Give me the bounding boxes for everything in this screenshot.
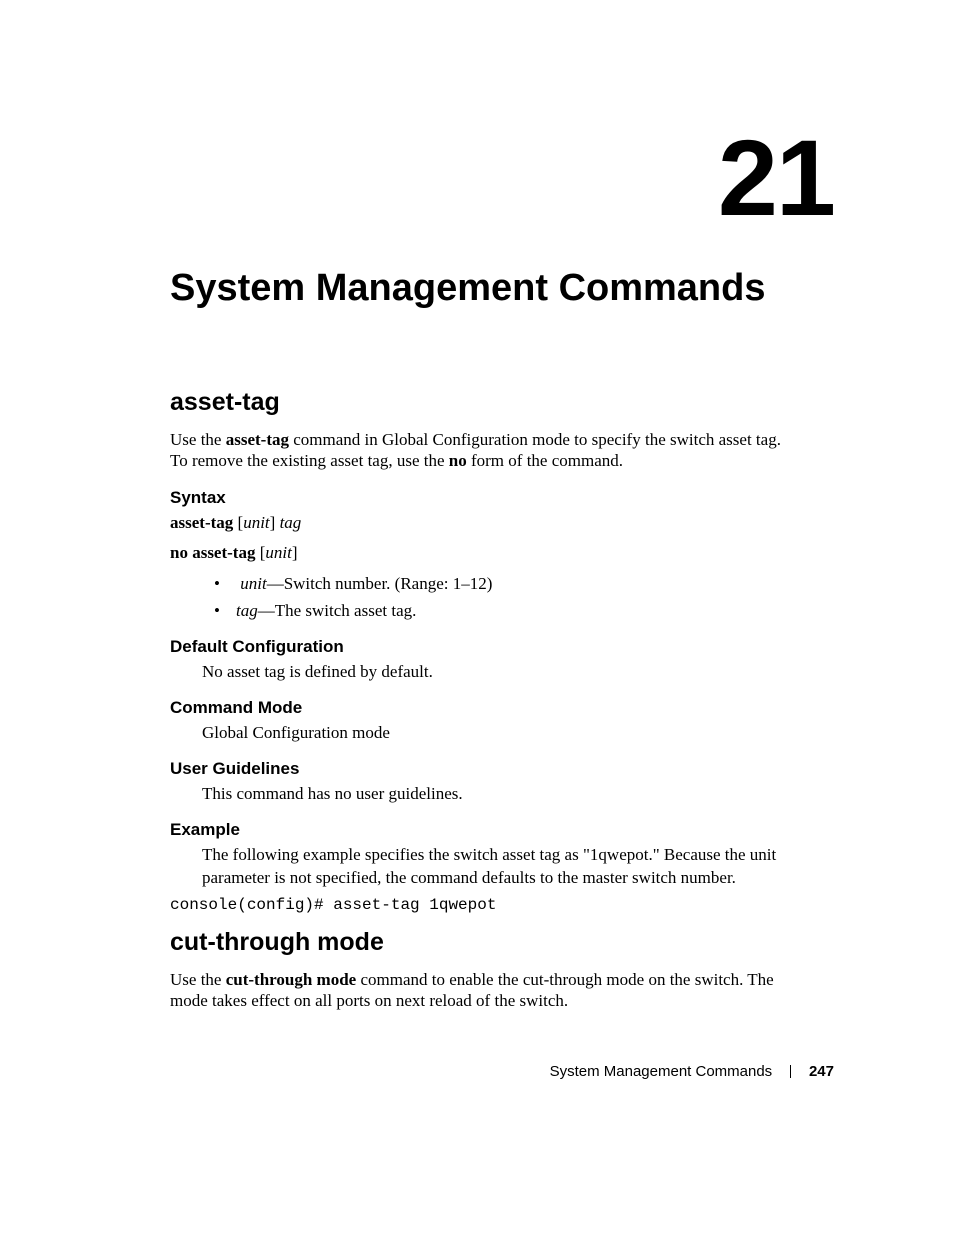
example-heading: Example xyxy=(170,820,790,840)
syntax-keyword: no asset-tag xyxy=(170,543,255,562)
syntax-bracket: [ xyxy=(233,513,243,532)
syntax-heading: Syntax xyxy=(170,488,790,508)
syntax-bracket: ] xyxy=(292,543,298,562)
syntax-parameter-list: unit—Switch number. (Range: 1–12) tag—Th… xyxy=(170,573,790,623)
page: 21 System Management Commands asset-tag … xyxy=(0,0,954,1235)
default-config-text: No asset tag is defined by default. xyxy=(202,661,790,684)
chapter-number: 21 xyxy=(718,124,834,232)
syntax-param: unit xyxy=(265,543,291,562)
intro-paragraph-asset-tag: Use the asset-tag command in Global Conf… xyxy=(170,429,790,472)
intro-bold-2: no xyxy=(449,451,467,470)
syntax-line-2: no asset-tag [unit] xyxy=(170,542,790,565)
section-heading-cut-through: cut-through mode xyxy=(170,928,790,957)
footer-section-name: System Management Commands xyxy=(550,1063,773,1080)
footer-page-number: 247 xyxy=(809,1063,834,1080)
intro-paragraph-cut-through: Use the cut-through mode command to enab… xyxy=(170,969,790,1012)
syntax-param: unit xyxy=(243,513,269,532)
content-area: asset-tag Use the asset-tag command in G… xyxy=(170,388,790,1027)
page-footer: System Management Commands 247 xyxy=(550,1063,834,1080)
intro-text: Use the xyxy=(170,970,226,989)
param-desc: —Switch number. (Range: 1–12) xyxy=(267,574,493,593)
param-desc: —The switch asset tag. xyxy=(258,601,417,620)
syntax-keyword: asset-tag xyxy=(170,513,233,532)
syntax-bracket: [ xyxy=(255,543,265,562)
user-guidelines-heading: User Guidelines xyxy=(170,759,790,779)
command-mode-heading: Command Mode xyxy=(170,698,790,718)
footer-separator xyxy=(790,1065,791,1078)
default-config-heading: Default Configuration xyxy=(170,637,790,657)
intro-bold-1: cut-through mode xyxy=(226,970,357,989)
command-mode-text: Global Configuration mode xyxy=(202,722,790,745)
example-code: console(config)# asset-tag 1qwepot xyxy=(170,896,790,914)
chapter-title: System Management Commands xyxy=(170,267,766,310)
intro-bold-1: asset-tag xyxy=(226,430,289,449)
syntax-bracket: ] xyxy=(270,513,280,532)
param-name: unit xyxy=(240,574,266,593)
list-item: tag—The switch asset tag. xyxy=(214,600,790,623)
syntax-line-1: asset-tag [unit] tag xyxy=(170,512,790,535)
user-guidelines-text: This command has no user guidelines. xyxy=(202,783,790,806)
section-heading-asset-tag: asset-tag xyxy=(170,388,790,417)
example-text: The following example specifies the swit… xyxy=(202,844,790,890)
param-name: tag xyxy=(236,601,258,620)
syntax-param: tag xyxy=(280,513,302,532)
list-item: unit—Switch number. (Range: 1–12) xyxy=(214,573,790,596)
intro-text: form of the command. xyxy=(467,451,623,470)
intro-text: Use the xyxy=(170,430,226,449)
